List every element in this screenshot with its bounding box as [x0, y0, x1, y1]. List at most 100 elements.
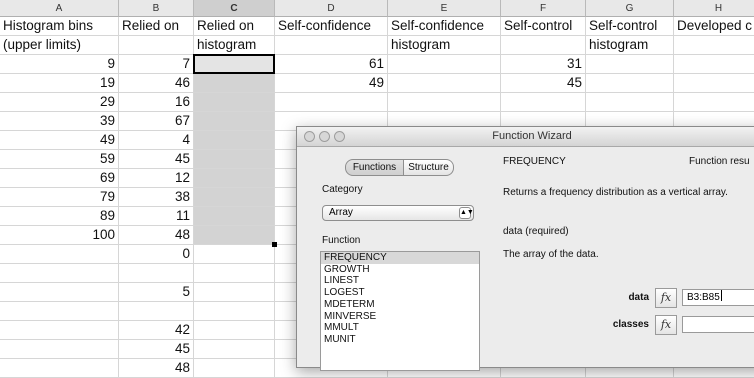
cell-g3[interactable]	[586, 55, 674, 74]
cell-a3[interactable]: 9	[0, 55, 119, 74]
function-list[interactable]: FREQUENCY GROWTH LINEST LOGEST MDETERM MINVER…	[320, 251, 480, 371]
fx-classes-button[interactable]: fx	[655, 315, 677, 335]
cell-b9[interactable]: 12	[119, 169, 194, 188]
cell-b1[interactable]: Relied on	[119, 17, 194, 36]
cell-d5[interactable]	[275, 93, 388, 112]
cell-a15[interactable]	[0, 283, 119, 302]
cell-a9[interactable]: 69	[0, 169, 119, 188]
column-header-d[interactable]: D	[275, 0, 388, 17]
cell-c8[interactable]	[194, 150, 275, 169]
cell-h1[interactable]: Developed c	[674, 17, 754, 36]
cell-g5[interactable]	[586, 93, 674, 112]
cell-b7[interactable]: 4	[119, 131, 194, 150]
cell-e5[interactable]	[388, 93, 501, 112]
cell-b13[interactable]: 0	[119, 245, 194, 264]
cell-e3[interactable]	[388, 55, 501, 74]
cell-b5[interactable]: 16	[119, 93, 194, 112]
cell-g4[interactable]	[586, 74, 674, 93]
cell-c9[interactable]	[194, 169, 275, 188]
function-item-munit[interactable]: MUNIT	[321, 334, 479, 346]
function-item-mdeterm[interactable]: MDETERM	[321, 299, 479, 311]
cell-a12[interactable]: 100	[0, 226, 119, 245]
cell-g1[interactable]: Self-control	[586, 17, 674, 36]
cell-b3[interactable]: 7	[119, 55, 194, 74]
function-item-mmult[interactable]: MMULT	[321, 322, 479, 334]
column-header-g[interactable]: G	[586, 0, 674, 17]
column-header-f[interactable]: F	[501, 0, 586, 17]
data-arg-input[interactable]: B3:B85	[682, 289, 754, 306]
function-item-frequency[interactable]: FREQUENCY	[321, 252, 479, 264]
cell-c12[interactable]	[194, 226, 275, 245]
cell-c4[interactable]	[194, 74, 275, 93]
cell-b15[interactable]: 5	[119, 283, 194, 302]
cell-d1[interactable]: Self-confidence	[275, 17, 388, 36]
cell-d2[interactable]	[275, 36, 388, 55]
cell-b4[interactable]: 46	[119, 74, 194, 93]
cell-f3[interactable]: 31	[501, 55, 586, 74]
cell-b19[interactable]: 48	[119, 359, 194, 378]
cell-d4[interactable]: 49	[275, 74, 388, 93]
cell-e4[interactable]	[388, 74, 501, 93]
cell-b10[interactable]: 38	[119, 188, 194, 207]
cell-a1[interactable]: Histogram bins	[0, 17, 119, 36]
cell-c14[interactable]	[194, 264, 275, 283]
cell-a4[interactable]: 19	[0, 74, 119, 93]
cell-c18[interactable]	[194, 340, 275, 359]
cell-h3[interactable]	[674, 55, 754, 74]
cell-b18[interactable]: 45	[119, 340, 194, 359]
dialog-titlebar[interactable]: Function Wizard	[297, 127, 754, 147]
function-item-minverse[interactable]: MINVERSE	[321, 311, 479, 323]
cell-f1[interactable]: Self-control	[501, 17, 586, 36]
cell-f2[interactable]	[501, 36, 586, 55]
cell-a6[interactable]: 39	[0, 112, 119, 131]
cell-c19[interactable]	[194, 359, 275, 378]
cell-c7[interactable]	[194, 131, 275, 150]
cell-c13[interactable]	[194, 245, 275, 264]
cell-a19[interactable]	[0, 359, 119, 378]
column-header-h[interactable]: H	[674, 0, 754, 17]
tab-structure[interactable]: Structure	[404, 159, 454, 176]
cell-b12[interactable]: 48	[119, 226, 194, 245]
tab-functions[interactable]: Functions	[345, 159, 404, 176]
column-header-a[interactable]: A	[0, 0, 119, 17]
cell-g2[interactable]: histogram	[586, 36, 674, 55]
cell-c17[interactable]	[194, 321, 275, 340]
function-item-linest[interactable]: LINEST	[321, 275, 479, 287]
cell-a7[interactable]: 49	[0, 131, 119, 150]
cell-a5[interactable]: 29	[0, 93, 119, 112]
column-header-b[interactable]: B	[119, 0, 194, 17]
cell-c10[interactable]	[194, 188, 275, 207]
cell-d3[interactable]: 61	[275, 55, 388, 74]
cell-b16[interactable]	[119, 302, 194, 321]
cell-a2[interactable]: (upper limits)	[0, 36, 119, 55]
cell-h4[interactable]	[674, 74, 754, 93]
cell-a10[interactable]: 79	[0, 188, 119, 207]
cell-a8[interactable]: 59	[0, 150, 119, 169]
cell-c2[interactable]: histogram	[194, 36, 275, 55]
fill-handle[interactable]	[272, 242, 277, 247]
cell-c5[interactable]	[194, 93, 275, 112]
classes-arg-input[interactable]	[682, 316, 754, 333]
active-cell-c3[interactable]	[193, 54, 275, 74]
cell-a11[interactable]: 89	[0, 207, 119, 226]
cell-b2[interactable]	[119, 36, 194, 55]
cell-f5[interactable]	[501, 93, 586, 112]
cell-c16[interactable]	[194, 302, 275, 321]
cell-e2[interactable]: histogram	[388, 36, 501, 55]
fx-data-button[interactable]: fx	[655, 288, 677, 308]
cell-f4[interactable]: 45	[501, 74, 586, 93]
cell-c6[interactable]	[194, 112, 275, 131]
function-item-growth[interactable]: GROWTH	[321, 264, 479, 276]
cell-b11[interactable]: 11	[119, 207, 194, 226]
column-header-e[interactable]: E	[388, 0, 501, 17]
cell-b14[interactable]	[119, 264, 194, 283]
cell-e1[interactable]: Self-confidence	[388, 17, 501, 36]
cell-a16[interactable]	[0, 302, 119, 321]
column-header-c[interactable]: C	[194, 0, 275, 17]
cell-a14[interactable]	[0, 264, 119, 283]
cell-c1[interactable]: Relied on	[194, 17, 275, 36]
cell-b8[interactable]: 45	[119, 150, 194, 169]
cell-a17[interactable]	[0, 321, 119, 340]
function-item-logest[interactable]: LOGEST	[321, 287, 479, 299]
cell-a13[interactable]	[0, 245, 119, 264]
